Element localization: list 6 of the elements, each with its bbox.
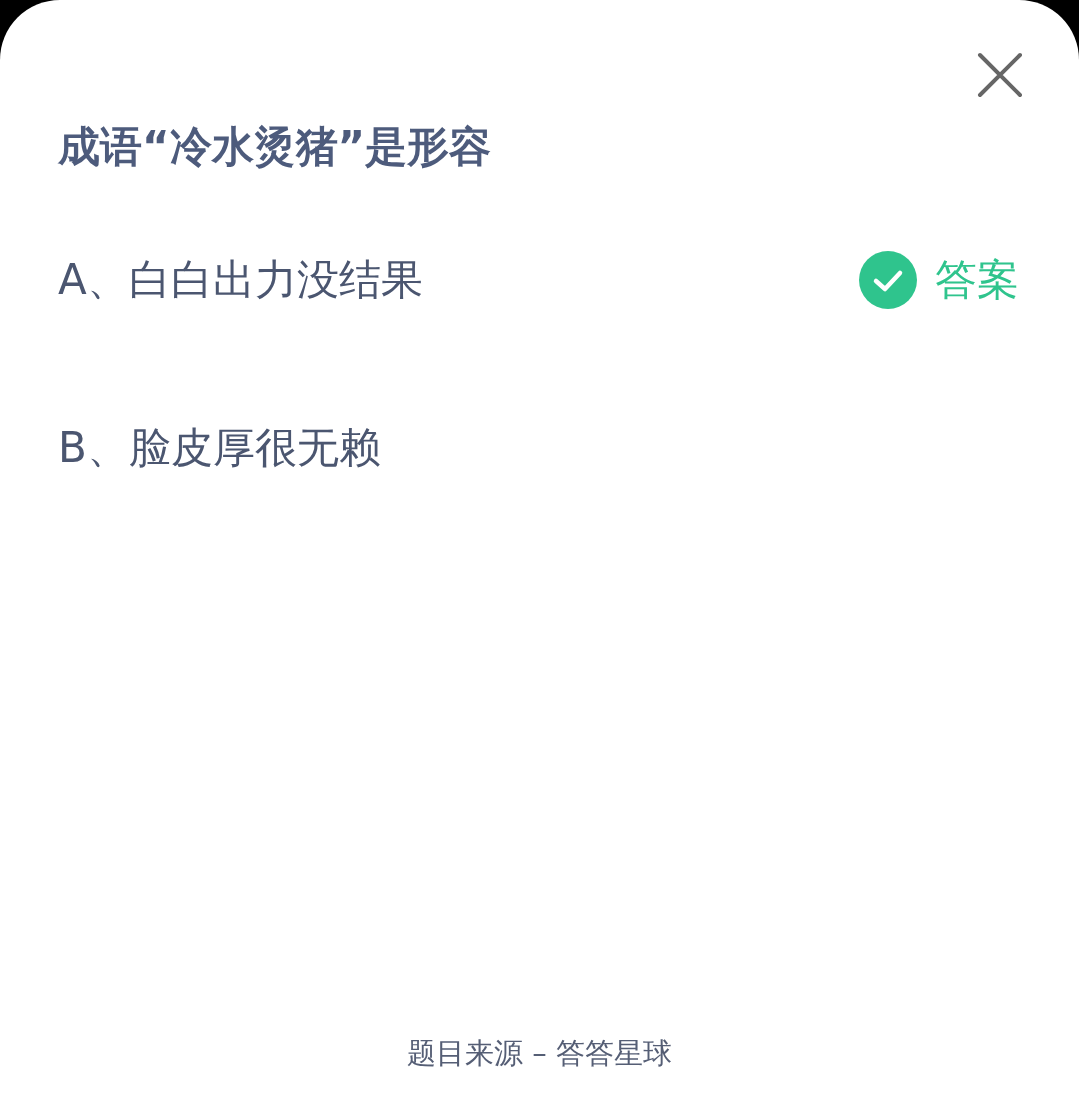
answer-option[interactable]: B、脸皮厚很无赖 <box>58 420 1021 476</box>
answer-option[interactable]: A、白白出力没结果 <box>58 252 859 308</box>
close-icon[interactable] <box>976 51 1024 99</box>
question-title: 成语“冷水烫猪”是形容 <box>58 121 493 173</box>
answer-label: 答案 <box>935 254 1019 306</box>
source-text: 题目来源 – 答答星球 <box>406 1035 673 1072</box>
